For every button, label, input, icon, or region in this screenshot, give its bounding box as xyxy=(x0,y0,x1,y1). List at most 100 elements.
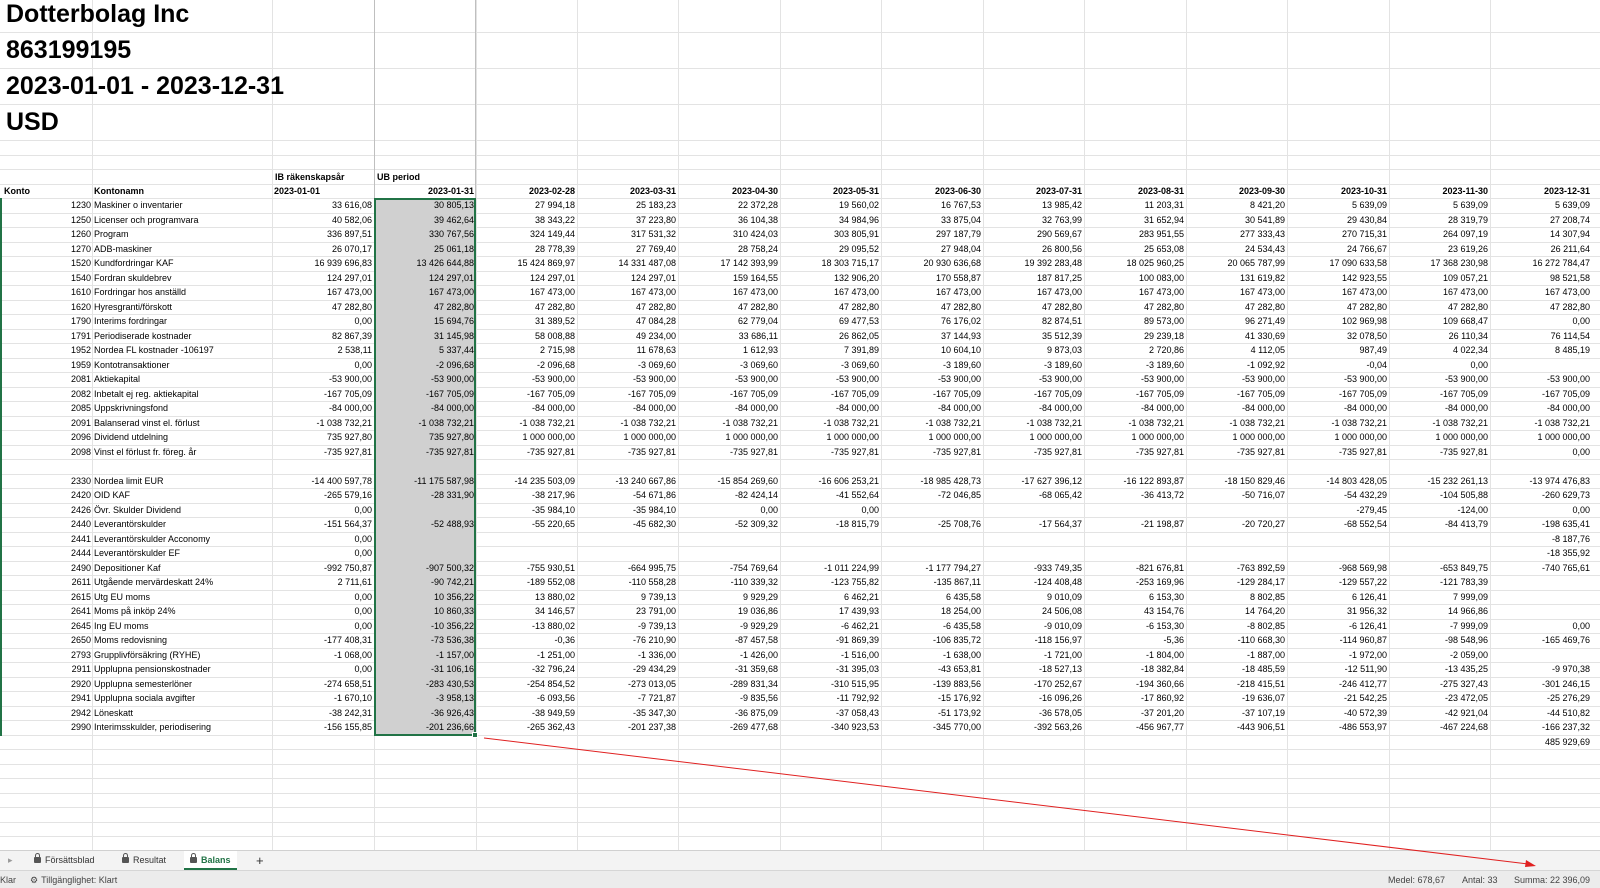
table-cell: -11 175 587,98 xyxy=(414,475,474,486)
table-cell xyxy=(1188,459,1285,474)
table-cell: -42 921,04 xyxy=(1444,707,1488,718)
account-number: 2420 xyxy=(70,490,91,500)
table-cell: -456 967,77 xyxy=(1135,722,1184,732)
table-cell: -273 013,05 xyxy=(627,678,676,689)
table-cell: -1 177 794,27 xyxy=(925,562,981,573)
account-number: 1610 xyxy=(70,287,91,297)
table-cell: -254 854,52 xyxy=(526,678,575,689)
table-cell: -345 770,00 xyxy=(932,722,981,732)
table-cell: 2 715,98 xyxy=(539,345,575,355)
table-cell: 124 297,01 xyxy=(326,272,372,283)
table-cell: 20 065 787,99 xyxy=(1227,258,1285,268)
table-cell: -1 038 732,21 xyxy=(519,417,575,428)
table-cell: 47 282,80 xyxy=(1041,301,1082,312)
table-cell: -167 705,09 xyxy=(1439,388,1488,399)
table-cell: -31 359,68 xyxy=(734,664,778,674)
tab-forsattsblad[interactable]: Försättsblad xyxy=(34,851,95,870)
table-cell: 23 791,00 xyxy=(635,606,676,616)
table-cell: 5 639,09 xyxy=(1554,200,1590,210)
table-cell: -177 408,31 xyxy=(323,635,372,645)
table-cell: 16 939 696,83 xyxy=(314,258,372,268)
account-name: Upplupna sociala avgifter xyxy=(94,693,196,703)
table-cell: 76 176,02 xyxy=(940,316,981,326)
table-cell: -3 189,60 xyxy=(942,359,981,370)
table-cell: -167 705,09 xyxy=(425,388,474,399)
add-sheet-button[interactable]: + xyxy=(256,851,264,870)
table-cell xyxy=(1492,459,1590,474)
table-cell: -167 705,09 xyxy=(1033,388,1082,399)
table-cell: -54 671,86 xyxy=(632,490,676,500)
table-cell: -104 505,88 xyxy=(1439,490,1488,500)
account-name: Program xyxy=(94,229,129,239)
table-cell: -1 426,00 xyxy=(739,649,778,660)
table-cell: -165 469,76 xyxy=(1541,635,1590,645)
table-cell: 25 061,18 xyxy=(433,243,474,254)
table-cell: 317 531,32 xyxy=(630,229,676,239)
table-cell: -106 835,72 xyxy=(932,635,981,645)
table-cell: 69 477,53 xyxy=(838,316,879,326)
table-cell: 19 560,02 xyxy=(838,200,879,210)
status-average: Medel: 678,67 xyxy=(1388,875,1446,885)
table-cell: 47 282,80 xyxy=(1447,301,1488,312)
table-cell: -15 232 261,13 xyxy=(1427,475,1488,486)
table-cell: -253 169,96 xyxy=(1135,577,1184,587)
account-number: 2085 xyxy=(70,403,91,413)
table-cell: -2 096,68 xyxy=(536,359,575,370)
tab-resultat[interactable]: Resultat xyxy=(122,851,166,870)
table-cell: 0,00 xyxy=(354,664,372,674)
table-cell: -907 500,32 xyxy=(425,562,474,573)
table-cell: -279,45 xyxy=(1356,504,1387,515)
table-cell: 124 297,01 xyxy=(529,272,575,283)
tab-scroll-left-icon[interactable]: ▸ xyxy=(8,851,13,870)
table-cell: -25 708,76 xyxy=(937,519,981,529)
table-cell: -25 276,29 xyxy=(1546,693,1590,703)
account-name: Kundfordringar KAF xyxy=(94,258,174,268)
accessibility-status[interactable]: ⚙ Tillgänglighet: Klart xyxy=(30,871,117,888)
table-cell: -5,36 xyxy=(1163,635,1184,645)
table-cell: 124 297,01 xyxy=(630,272,676,283)
account-number: 2990 xyxy=(70,722,91,732)
table-cell: -31 106,16 xyxy=(430,664,474,674)
table-cell: -968 569,98 xyxy=(1338,562,1387,573)
table-cell: -40 572,39 xyxy=(1343,707,1387,718)
table-cell: 27 208,74 xyxy=(1549,214,1590,225)
table-cell: -110 668,30 xyxy=(1237,635,1285,645)
table-cell: -31 395,03 xyxy=(835,664,879,674)
table-cell: -218 415,51 xyxy=(1236,678,1285,689)
table-cell xyxy=(478,546,575,561)
table-cell: -2 096,68 xyxy=(435,359,474,370)
tab-balans[interactable]: Balans xyxy=(184,851,237,870)
account-number: 2490 xyxy=(70,562,91,573)
spreadsheet-grid[interactable]: Dotterbolag Inc 863199195 2023-01-01 - 2… xyxy=(0,0,1600,850)
table-cell: 33 875,04 xyxy=(940,214,981,225)
column-date-header: 2023-01-01 xyxy=(274,186,321,196)
table-cell: 0,00 xyxy=(354,591,372,602)
table-cell: -19 636,07 xyxy=(1241,693,1285,703)
table-cell: 0,00 xyxy=(354,533,372,544)
table-cell: 28 758,24 xyxy=(737,243,778,254)
table-cell: 24 506,08 xyxy=(1041,606,1082,616)
table-cell: 735 927,80 xyxy=(428,432,474,442)
table-cell: -45 682,30 xyxy=(632,519,676,529)
table-cell xyxy=(1289,459,1387,474)
table-cell: 41 330,69 xyxy=(1244,330,1285,341)
table-cell xyxy=(883,459,981,474)
table-cell: 31 652,94 xyxy=(1143,214,1184,225)
table-cell: -10 356,22 xyxy=(430,620,474,631)
table-cell: -992 750,87 xyxy=(323,562,372,573)
table-cell: 82 874,51 xyxy=(1041,316,1082,326)
table-cell: -821 676,81 xyxy=(1135,562,1184,573)
table-cell: -6 462,21 xyxy=(840,620,879,631)
table-cell: -38 949,59 xyxy=(531,707,575,718)
table-cell: -68 552,54 xyxy=(1343,519,1387,529)
table-cell: -32 796,24 xyxy=(531,664,575,674)
table-cell: 47 282,80 xyxy=(940,301,981,312)
table-cell: 28 319,79 xyxy=(1447,214,1488,225)
account-name: Dividend utdelning xyxy=(94,432,169,442)
company-name: Dotterbolag Inc xyxy=(6,0,190,28)
table-cell: -17 627 396,12 xyxy=(1021,475,1082,486)
table-cell xyxy=(376,503,474,518)
table-cell: 25 183,23 xyxy=(635,200,676,210)
table-cell: 29 430,84 xyxy=(1346,214,1387,225)
table-cell: 167 473,00 xyxy=(732,287,778,297)
